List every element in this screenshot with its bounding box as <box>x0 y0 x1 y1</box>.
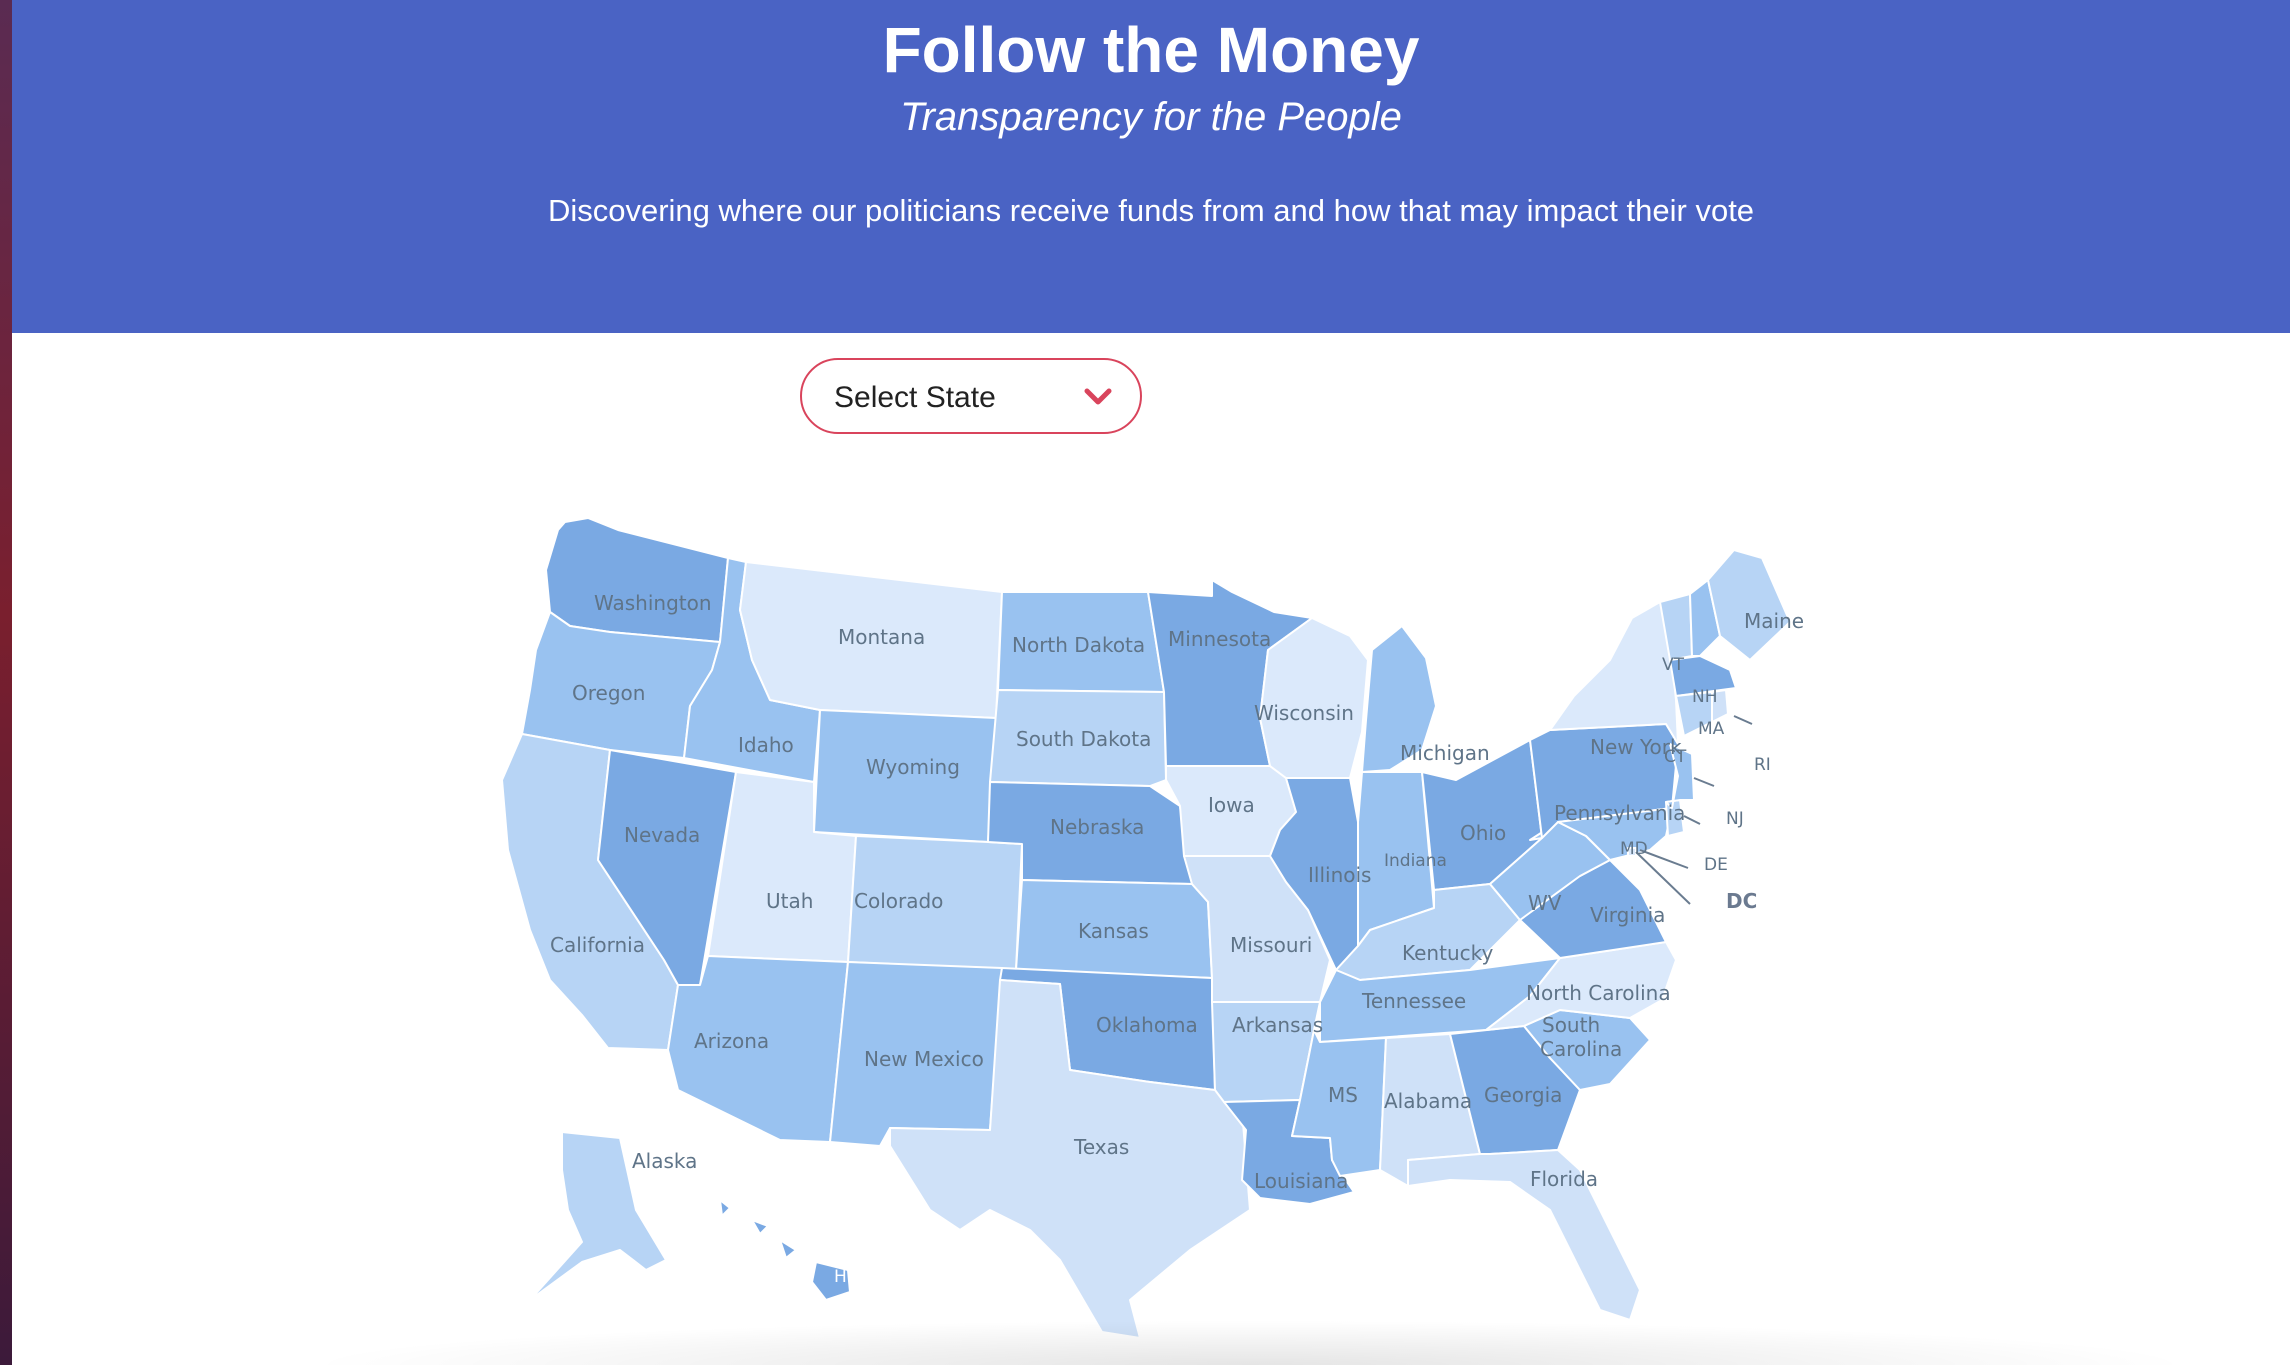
label-texas: Texas <box>1073 1135 1129 1159</box>
label-missouri: Missouri <box>1230 933 1312 957</box>
label-oregon: Oregon <box>572 681 645 705</box>
label-new-mexico: New Mexico <box>864 1047 984 1071</box>
state-hawaii[interactable] <box>719 1199 851 1301</box>
label-hawaii: HI <box>834 1267 852 1287</box>
us-map: Washington Oregon California Nevada Idah… <box>490 510 1830 1340</box>
label-north-carolina: North Carolina <box>1526 981 1671 1005</box>
page-header: Follow the Money Transparency for the Pe… <box>12 0 2290 333</box>
label-wyoming: Wyoming <box>866 755 960 779</box>
label-north-dakota: North Dakota <box>1012 633 1145 657</box>
state-select[interactable]: Select State <box>800 358 1142 434</box>
state-select-value: Select State <box>834 381 996 414</box>
state-maine[interactable] <box>1707 549 1791 661</box>
label-kentucky: Kentucky <box>1402 941 1493 965</box>
state-new-york[interactable] <box>1549 601 1679 745</box>
label-alaska: Alaska <box>632 1149 697 1173</box>
label-west-virginia: WV <box>1528 891 1562 915</box>
state-florida[interactable] <box>1407 1149 1641 1321</box>
label-washington: Washington <box>594 591 712 615</box>
label-utah: Utah <box>766 889 813 913</box>
label-montana: Montana <box>838 625 925 649</box>
label-south-dakota: South Dakota <box>1016 727 1151 751</box>
page-description: Discovering where our politicians receiv… <box>547 193 1755 228</box>
bottom-shadow <box>300 1320 2200 1365</box>
chevron-down-icon <box>1084 388 1112 405</box>
label-nevada: Nevada <box>624 823 700 847</box>
label-virginia: Virginia <box>1590 903 1665 927</box>
page-subtitle: Transparency for the People <box>900 95 1402 139</box>
label-pennsylvania: Pennsylvania <box>1554 801 1685 825</box>
label-massachusetts: MA <box>1698 719 1725 739</box>
label-california: California <box>550 933 645 957</box>
label-maryland: MD <box>1620 839 1648 859</box>
label-nebraska: Nebraska <box>1050 815 1144 839</box>
label-south-carolina-1: South <box>1542 1013 1600 1037</box>
label-louisiana: Louisiana <box>1254 1169 1348 1193</box>
label-minnesota: Minnesota <box>1168 627 1271 651</box>
label-delaware: DE <box>1704 855 1728 875</box>
window-edge <box>0 0 12 1365</box>
page-title: Follow the Money <box>882 14 1420 86</box>
label-arizona: Arizona <box>694 1029 769 1053</box>
label-mississippi: MS <box>1328 1083 1358 1107</box>
label-tennessee: Tennessee <box>1361 989 1466 1013</box>
label-new-jersey: NJ <box>1726 809 1744 829</box>
label-dc: DC <box>1726 889 1757 913</box>
label-wisconsin: Wisconsin <box>1254 701 1354 725</box>
label-idaho: Idaho <box>738 733 794 757</box>
label-oklahoma: Oklahoma <box>1096 1013 1198 1037</box>
label-colorado: Colorado <box>854 889 943 913</box>
label-rhode-island: RI <box>1754 755 1771 775</box>
label-south-carolina-2: Carolina <box>1540 1037 1622 1061</box>
label-maine: Maine <box>1744 609 1804 633</box>
label-illinois: Illinois <box>1308 863 1371 887</box>
label-new-hampshire: NH <box>1692 687 1718 707</box>
label-florida: Florida <box>1530 1167 1598 1191</box>
label-alabama: Alabama <box>1384 1089 1472 1113</box>
label-connecticut: CT <box>1664 747 1687 767</box>
label-kansas: Kansas <box>1078 919 1149 943</box>
label-vermont: VT <box>1662 655 1685 675</box>
state-washington[interactable] <box>545 517 729 643</box>
label-arkansas: Arkansas <box>1232 1013 1323 1037</box>
label-michigan: Michigan <box>1400 741 1490 765</box>
label-indiana: Indiana <box>1384 851 1447 871</box>
label-georgia: Georgia <box>1484 1083 1562 1107</box>
label-ohio: Ohio <box>1460 821 1506 845</box>
label-iowa: Iowa <box>1208 793 1255 817</box>
